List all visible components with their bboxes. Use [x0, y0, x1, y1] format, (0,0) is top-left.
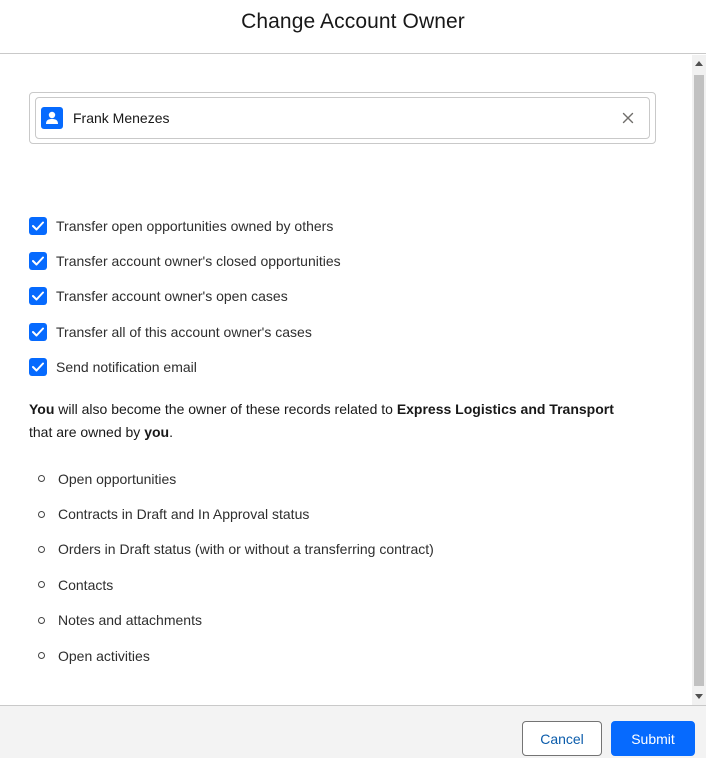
notice-text: will also become the owner of these reco… [54, 401, 397, 417]
submit-button[interactable]: Submit [611, 721, 695, 756]
modal-header: Change Account Owner [0, 0, 706, 54]
list-item: Contracts in Draft and In Approval statu… [38, 496, 434, 531]
record-label: Open opportunities [58, 470, 177, 487]
option-label: Send notification email [56, 358, 197, 375]
selected-user-name: Frank Menezes [73, 110, 170, 126]
option-label: Transfer account owner's closed opportun… [56, 252, 341, 269]
bullet-icon [38, 616, 45, 624]
record-label: Open activities [58, 647, 150, 664]
record-label: Orders in Draft status (with or without … [58, 541, 434, 558]
record-label: Notes and attachments [58, 612, 202, 629]
scroll-down-arrow-icon[interactable] [695, 694, 703, 699]
modal-title: Change Account Owner [241, 9, 465, 33]
option-send-notification-email[interactable]: Send notification email [29, 349, 341, 384]
bullet-icon [38, 652, 45, 660]
option-label: Transfer all of this account owner's cas… [56, 323, 312, 340]
related-records-list: Open opportunities Contracts in Draft an… [38, 461, 434, 673]
option-label: Transfer account owner's open cases [56, 288, 288, 305]
bullet-icon [38, 475, 45, 483]
notice-text-2: that are owned by [29, 424, 145, 440]
bullet-icon [38, 581, 45, 589]
record-label: Contracts in Draft and In Approval statu… [58, 506, 310, 523]
checkbox[interactable] [29, 357, 47, 376]
checkbox[interactable] [29, 216, 47, 235]
checkbox[interactable] [29, 322, 47, 341]
checkbox[interactable] [29, 287, 47, 306]
close-icon[interactable] [620, 110, 636, 126]
modal-body[interactable]: Frank Menezes Transfer open opportunitie… [0, 55, 692, 705]
ownership-notice: You will also become the owner of these … [29, 398, 669, 444]
notice-you: You [29, 401, 55, 417]
selected-user-pill[interactable]: Frank Menezes [35, 97, 650, 139]
owner-lookup[interactable]: Frank Menezes [29, 92, 656, 144]
option-label: Transfer open opportunities owned by oth… [56, 217, 334, 234]
bullet-icon [38, 545, 45, 553]
option-transfer-all-cases[interactable]: Transfer all of this account owner's cas… [29, 314, 341, 349]
transfer-options: Transfer open opportunities owned by oth… [29, 208, 341, 384]
list-item: Orders in Draft status (with or without … [38, 532, 434, 567]
notice-end: . [169, 424, 173, 440]
notice-account-name: Express Logistics and Transport [396, 401, 614, 417]
modal-footer: Cancel Submit [0, 705, 706, 758]
scrollbar-thumb[interactable] [694, 75, 704, 686]
bullet-icon [38, 510, 45, 518]
user-icon [41, 107, 63, 129]
notice-you-2: you [144, 424, 170, 440]
list-item: Open opportunities [38, 461, 434, 496]
list-item: Notes and attachments [38, 603, 434, 638]
list-item: Contacts [38, 567, 434, 602]
vertical-scrollbar[interactable] [692, 55, 706, 705]
cancel-button[interactable]: Cancel [522, 721, 602, 756]
option-transfer-open-opportunities[interactable]: Transfer open opportunities owned by oth… [29, 208, 341, 243]
option-transfer-open-cases[interactable]: Transfer account owner's open cases [29, 279, 341, 314]
option-transfer-closed-opportunities[interactable]: Transfer account owner's closed opportun… [29, 243, 341, 278]
scroll-up-arrow-icon[interactable] [695, 61, 703, 66]
record-label: Contacts [58, 576, 114, 593]
list-item: Open activities [38, 638, 434, 673]
checkbox[interactable] [29, 251, 47, 270]
